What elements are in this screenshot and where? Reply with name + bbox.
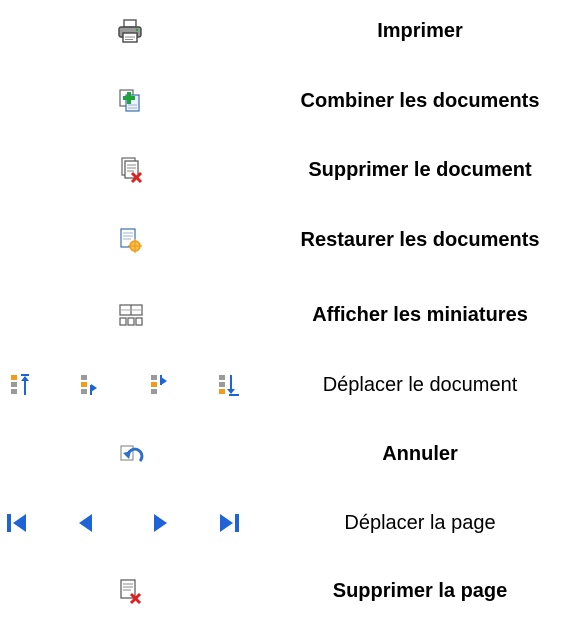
combine-documents-icon[interactable] (116, 87, 144, 115)
undo-icon[interactable] (118, 440, 146, 468)
delete-document-icon[interactable] (116, 156, 144, 184)
delete-document-row: Supprimer le document (0, 150, 571, 190)
delete-document-label: Supprimer le document (308, 159, 532, 181)
first-page-icon[interactable] (2, 509, 30, 537)
move-down-icon[interactable] (145, 371, 173, 399)
thumbnails-icon[interactable] (117, 301, 145, 329)
restore-documents-label: Restaurer les documents (300, 229, 540, 251)
thumbnails-label: Afficher les miniatures (312, 304, 528, 326)
move-to-top-icon[interactable] (5, 371, 33, 399)
thumbnails-row: Afficher les miniatures (0, 295, 571, 335)
move-page-label: Déplacer la page (344, 512, 496, 534)
delete-page-label: Supprimer la page (332, 580, 508, 602)
restore-documents-row: Restaurer les documents (0, 220, 571, 260)
move-page-row: Déplacer la page (0, 503, 571, 543)
move-to-bottom-icon[interactable] (213, 371, 241, 399)
print-row: Imprimer (0, 11, 571, 51)
print-label: Imprimer (377, 20, 463, 42)
combine-documents-row: Combiner les documents (0, 81, 571, 121)
next-page-icon[interactable] (146, 509, 174, 537)
move-document-row: Déplacer le document (0, 365, 571, 405)
move-document-label: Déplacer le document (322, 374, 518, 396)
restore-documents-icon[interactable] (116, 226, 144, 254)
printer-icon[interactable] (116, 17, 144, 45)
previous-page-icon[interactable] (72, 509, 100, 537)
delete-page-icon[interactable] (116, 577, 144, 605)
combine-documents-label: Combiner les documents (300, 90, 540, 112)
last-page-icon[interactable] (216, 509, 244, 537)
undo-label: Annuler (382, 443, 458, 465)
delete-page-row: Supprimer la page (0, 571, 571, 611)
move-up-icon[interactable] (75, 371, 103, 399)
undo-row: Annuler (0, 434, 571, 474)
